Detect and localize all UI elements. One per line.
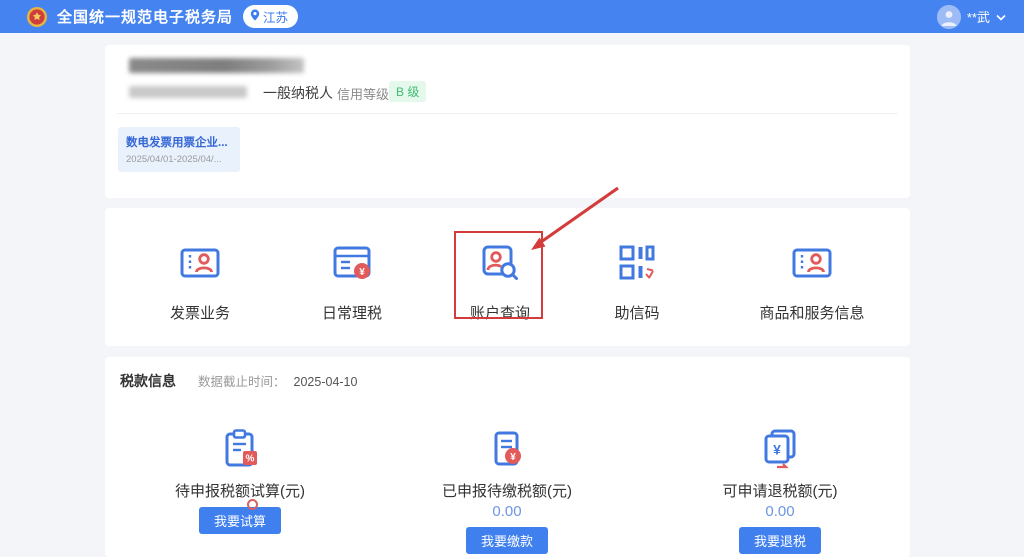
taxpayer-type-label: 一般纳税人 [263, 85, 333, 101]
notification-dot-icon [246, 499, 258, 510]
credit-grade-badge: B 级 [389, 81, 427, 102]
nav-label: 日常理税 [321, 305, 382, 322]
taxpayer-id-redacted [129, 86, 247, 98]
svg-text:%: % [246, 454, 255, 465]
stat-label: 可申请退税额(元) [722, 483, 838, 500]
divider [117, 113, 898, 114]
app-title: 全国统一规范电子税务局 [57, 9, 234, 26]
stat-pending-declaration: % 待申报税额试算(元) 我要试算 [130, 427, 350, 534]
top-header-bar: 全国统一规范电子税务局 江苏 **武 [0, 0, 1024, 33]
nav-label: 商品和服务信息 [759, 305, 865, 322]
stat-label: 已申报待缴税额(元) [442, 483, 572, 500]
stat-refundable: ¥ 可申请退税额(元) 0.00 我要退税 [670, 427, 890, 554]
user-name: **武 [966, 10, 990, 25]
announcement-dates: 2025/04/01-2025/04/... [126, 154, 222, 165]
region-label: 江苏 [263, 11, 289, 25]
tax-info-header: 税款信息 数据截止时间： 2025-04-10 [105, 357, 910, 391]
user-menu[interactable]: **武 [936, 4, 1006, 29]
data-cutoff-date: 2025-04-10 [293, 375, 358, 389]
qr-code-icon [614, 240, 660, 291]
nav-item-invoice-business[interactable]: 发票业务 [120, 240, 280, 323]
stat-value: 0.00 [492, 503, 522, 520]
data-cutoff-label: 数据截止时间： [198, 375, 286, 389]
ticket-person-icon [177, 240, 223, 291]
pay-tax-button[interactable]: 我要缴款 [465, 527, 548, 554]
tax-bureau-page: 全国统一规范电子税务局 江苏 **武 一般纳税人 信用等级： B 级 数电发票用… [0, 0, 1024, 557]
clipboard-percent-icon: % [218, 427, 262, 476]
ticket-person-icon [789, 240, 835, 291]
trial-calc-button[interactable]: 我要试算 [198, 507, 281, 534]
document-yuan-icon: ¥ [485, 427, 529, 476]
nav-item-daily-tax[interactable]: ¥ 日常理税 [272, 240, 432, 323]
location-pin-icon [250, 9, 260, 24]
nav-label: 发票业务 [169, 305, 230, 322]
national-emblem-icon [26, 6, 48, 28]
nav-label: 助信码 [614, 305, 660, 322]
user-avatar-icon [936, 4, 961, 29]
svg-text:¥: ¥ [773, 442, 781, 458]
svg-text:¥: ¥ [359, 267, 365, 278]
company-info-card: 一般纳税人 信用等级： B 级 数电发票用票企业... 2025/04/01-2… [105, 45, 910, 198]
stacked-notes-yuan-icon: ¥ [758, 427, 802, 476]
person-search-icon [477, 240, 523, 291]
chevron-down-icon [996, 8, 1006, 26]
company-name-redacted [129, 58, 304, 73]
announcement-chip[interactable]: 数电发票用票企业... 2025/04/01-2025/04/... [118, 127, 240, 172]
quick-nav-card: 发票业务 ¥ 日常理税 账户查询 助信码 商品和服务信息 [105, 208, 910, 346]
region-selector[interactable]: 江苏 [243, 5, 299, 28]
refund-button[interactable]: 我要退税 [738, 527, 821, 554]
stat-value: 0.00 [765, 503, 795, 520]
stat-declared-unpaid: ¥ 已申报待缴税额(元) 0.00 我要缴款 [397, 427, 617, 554]
announcement-title: 数电发票用票企业... [126, 137, 228, 149]
nav-label: 账户查询 [469, 305, 530, 322]
nav-item-goods-services[interactable]: 商品和服务信息 [732, 240, 892, 323]
tax-info-card: 税款信息 数据截止时间： 2025-04-10 % 待申报税额试算(元) 我要试… [105, 357, 910, 557]
nav-item-account-query[interactable]: 账户查询 [420, 240, 580, 323]
nav-item-assist-code[interactable]: 助信码 [557, 240, 717, 323]
table-yuan-badge-icon: ¥ [329, 240, 375, 291]
stat-label: 待申报税额试算(元) [175, 483, 305, 500]
svg-text:¥: ¥ [510, 452, 516, 463]
tax-info-title: 税款信息 [120, 373, 176, 389]
